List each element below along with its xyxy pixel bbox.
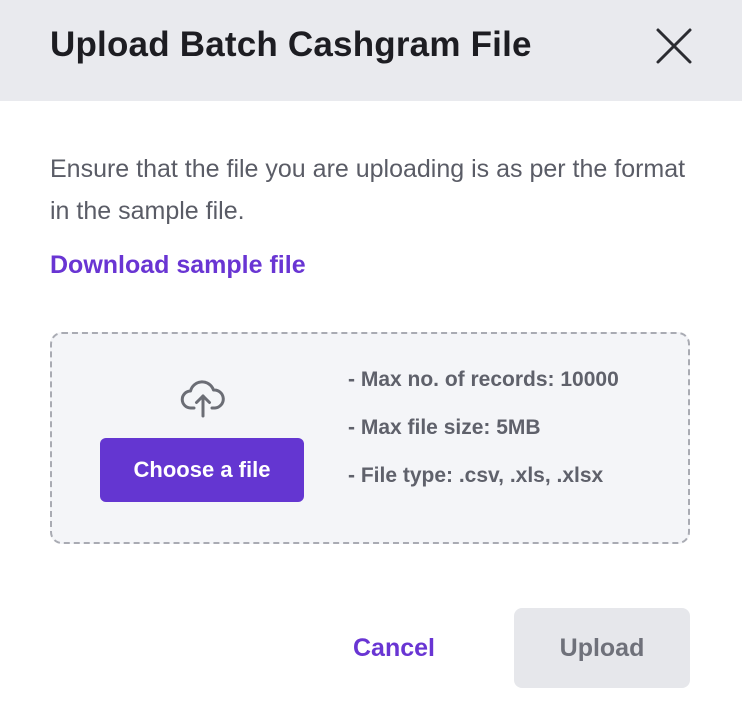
modal-title: Upload Batch Cashgram File <box>50 25 532 64</box>
file-dropzone[interactable]: Choose a file - Max no. of records: 1000… <box>50 332 690 544</box>
requirement-file-type: - File type: .csv, .xls, .xlsx <box>348 464 604 487</box>
cancel-button[interactable]: Cancel <box>333 608 455 688</box>
file-requirements-list: - Max no. of records: 10000 - Max file s… <box>348 368 619 512</box>
requirement-max-records: - Max no. of records: 10000 <box>348 368 619 391</box>
cloud-upload-icon <box>180 378 226 418</box>
upload-description: Ensure that the file you are uploading i… <box>50 155 686 225</box>
choose-file-button[interactable]: Choose a file <box>100 438 304 502</box>
download-sample-link[interactable]: Download sample file <box>50 246 306 284</box>
requirement-max-size: - Max file size: 5MB <box>348 416 541 439</box>
upload-button[interactable]: Upload <box>514 608 690 688</box>
upload-batch-modal: Upload Batch Cashgram File Ensure that t… <box>0 0 742 720</box>
close-icon <box>654 26 694 66</box>
modal-header: Upload Batch Cashgram File <box>0 0 742 101</box>
close-button[interactable] <box>654 26 694 66</box>
